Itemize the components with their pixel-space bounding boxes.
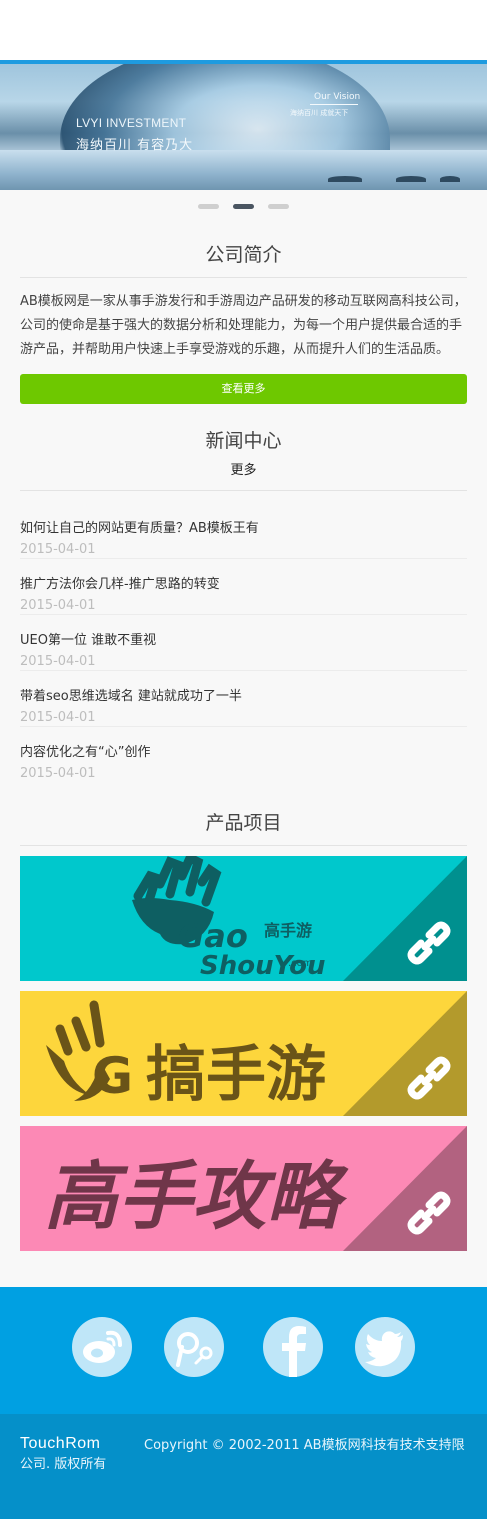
- news-list: 如何让自己的网站更有质量？AB模板王有 2015-04-01 推广方法你会几样-…: [0, 503, 487, 783]
- slider-dot-2[interactable]: [233, 204, 254, 209]
- news-item-date: 2015-04-01: [20, 598, 96, 613]
- footer-copyright-area: TouchRom Copyright © 2002-2011 AB模板网科技有技…: [0, 1414, 487, 1519]
- copyright-text: Copyright © 2002-2011 AB模板网科技有技术支持限公司. 版…: [20, 1438, 465, 1472]
- product-card-gaoshouyou-yellow[interactable]: G 搞手游: [20, 991, 467, 1116]
- vision-underline: [310, 104, 358, 105]
- divider: [20, 845, 467, 846]
- svg-text:Gao: Gao: [178, 917, 248, 955]
- about-title: 公司简介: [205, 244, 282, 266]
- hero-banner[interactable]: LVYI INVESTMENT 海纳百川 有容乃大 Our Vision 海纳百…: [0, 64, 487, 190]
- svg-text:.com: .com: [288, 958, 313, 969]
- rock-shape: [440, 176, 460, 182]
- news-item-date: 2015-04-01: [20, 654, 96, 669]
- news-item-title[interactable]: UEO第一位 谁敢不重视: [20, 629, 467, 648]
- banner-cn-title: 海纳百川 有容乃大: [76, 138, 194, 153]
- about-text: AB模板网是一家从事手游发行和手游周边产品研发的移动互联网高科技公司，公司的使命…: [20, 294, 467, 357]
- svg-text:G: G: [92, 1047, 133, 1105]
- rock-shape: [328, 176, 362, 182]
- news-item[interactable]: 带着seo思维选域名 建站就成功了一半 2015-04-01: [20, 671, 467, 727]
- news-item[interactable]: UEO第一位 谁敢不重视 2015-04-01: [20, 615, 467, 671]
- news-item-date: 2015-04-01: [20, 542, 96, 557]
- link-icon[interactable]: [403, 1187, 455, 1239]
- banner-vision-subtitle: 海纳百川 成就天下: [290, 109, 349, 117]
- slider-dot-3[interactable]: [268, 204, 289, 209]
- link-icon[interactable]: [403, 1052, 455, 1104]
- svg-text:高手游: 高手游: [264, 921, 312, 940]
- product-list: Gao 高手游 ShouYou .com G 搞手游 高手攻略: [0, 856, 487, 1251]
- banner-vision-title: Our Vision: [314, 92, 361, 102]
- slider-dot-1[interactable]: [198, 204, 219, 209]
- news-item[interactable]: 内容优化之有“心”创作 2015-04-01: [20, 727, 467, 783]
- link-icon[interactable]: [403, 917, 455, 969]
- tencent-weibo-link[interactable]: [164, 1317, 224, 1377]
- news-item[interactable]: 如何让自己的网站更有质量？AB模板王有 2015-04-01: [20, 503, 467, 559]
- divider: [20, 277, 467, 278]
- twitter-icon: [365, 1331, 403, 1367]
- weibo-icon: [83, 1330, 122, 1363]
- twitter-link[interactable]: [355, 1317, 415, 1377]
- news-item-title[interactable]: 带着seo思维选域名 建站就成功了一半: [20, 685, 467, 704]
- product-card-gaoshouyou[interactable]: Gao 高手游 ShouYou .com: [20, 856, 467, 981]
- facebook-link[interactable]: [263, 1317, 323, 1377]
- rock-shape: [396, 176, 426, 182]
- news-item-title[interactable]: 如何让自己的网站更有质量？AB模板王有: [20, 517, 467, 536]
- view-more-button[interactable]: 查看更多: [20, 374, 467, 404]
- weibo-link[interactable]: [72, 1317, 132, 1377]
- top-blank-area: [0, 0, 487, 60]
- news-item-date: 2015-04-01: [20, 710, 96, 725]
- products-title: 产品项目: [205, 812, 282, 834]
- banner-en-title: LVYI INVESTMENT: [76, 116, 187, 130]
- tencent-weibo-icon: [176, 1332, 213, 1367]
- news-item[interactable]: 推广方法你会几样-推广思路的转变 2015-04-01: [20, 559, 467, 615]
- product-card-gaoshou-gonglue[interactable]: 高手攻略: [20, 1126, 467, 1251]
- news-item-title[interactable]: 推广方法你会几样-推广思路的转变: [20, 573, 467, 592]
- svg-text:搞手游: 搞手游: [146, 1040, 326, 1110]
- news-more-link[interactable]: 更多: [0, 459, 487, 478]
- slider-pagination: [0, 204, 487, 210]
- footer-social-bar: [0, 1287, 487, 1414]
- divider: [20, 490, 467, 491]
- sea-image: [0, 150, 487, 190]
- news-item-date: 2015-04-01: [20, 766, 96, 781]
- news-item-title[interactable]: 内容优化之有“心”创作: [20, 741, 467, 760]
- news-title: 新闻中心: [205, 430, 282, 452]
- svg-text:高手攻略: 高手攻略: [44, 1154, 349, 1240]
- facebook-icon: [282, 1326, 306, 1377]
